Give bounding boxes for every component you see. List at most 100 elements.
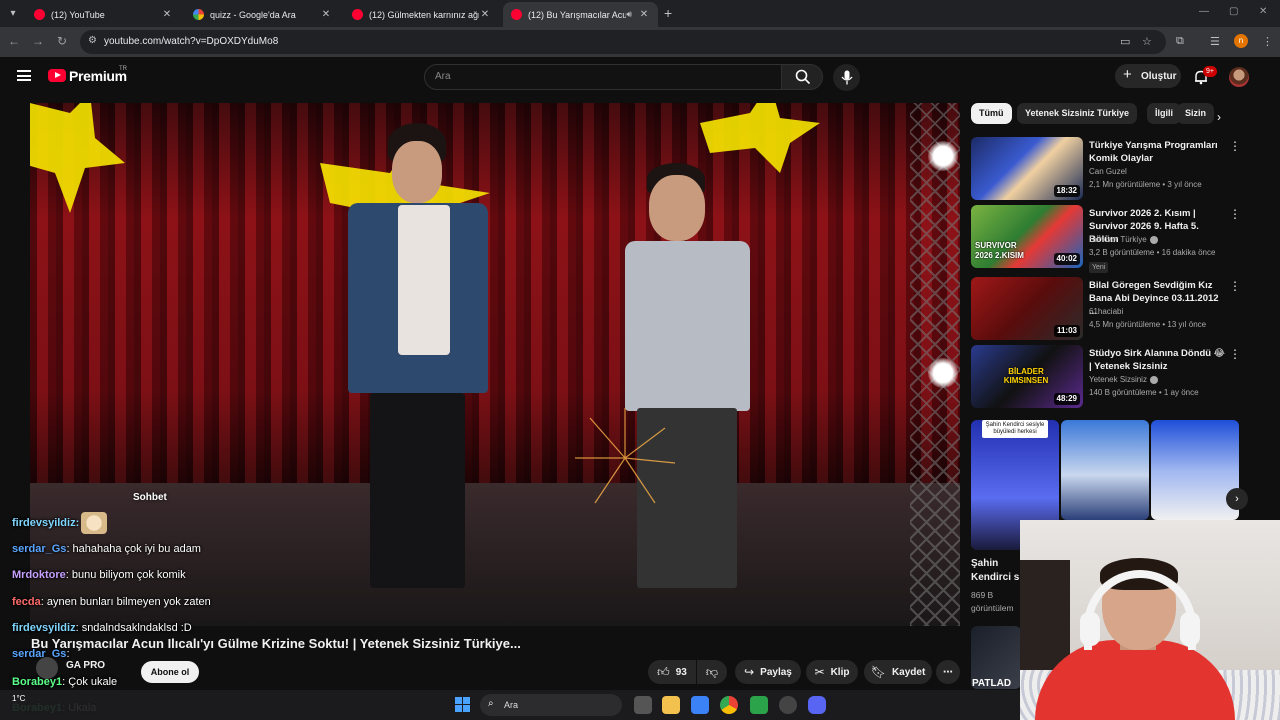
recommendation-item[interactable]: SURVIVOR 2026 2.KISIM 40:02 Survivor 202…: [971, 205, 1251, 273]
thumbnail-text: PATLAD: [972, 678, 1012, 689]
chip-yours[interactable]: Sizin: [1177, 103, 1215, 124]
back-icon[interactable]: ←: [6, 34, 22, 48]
discord-icon[interactable]: [808, 696, 826, 714]
chat-username[interactable]: fecda: [12, 596, 41, 608]
browser-tab[interactable]: quizz - Google'da Ara ✕: [185, 2, 340, 27]
close-tab-icon[interactable]: ✕: [479, 9, 491, 20]
close-tab-icon[interactable]: ✕: [161, 9, 173, 20]
more-vertical-icon[interactable]: ⋮: [1229, 347, 1241, 361]
steam-icon[interactable]: [779, 696, 797, 714]
minimize-window-icon[interactable]: —: [1199, 6, 1209, 17]
video-thumbnail[interactable]: PATLAD: [971, 626, 1021, 689]
forward-icon[interactable]: →: [30, 34, 46, 48]
xbox-icon[interactable]: [750, 696, 768, 714]
contestant-right: [595, 163, 755, 593]
recommendation-title[interactable]: Türkiye Yarışma Programları Komik Olayla…: [1089, 139, 1225, 165]
new-tab-icon[interactable]: +: [664, 5, 672, 21]
shorts-thumbnail[interactable]: [1061, 420, 1149, 520]
chat-username[interactable]: Borabey1: [12, 676, 62, 688]
browser-tab-active[interactable]: (12) Bu Yarışmacılar Acun Ilıcalı'yı 🔊︎ …: [503, 2, 658, 27]
subscribe-button[interactable]: Abone ol: [141, 661, 199, 683]
browser-profile-avatar[interactable]: n: [1234, 34, 1248, 48]
headset-earcup: [1180, 612, 1200, 646]
close-tab-icon[interactable]: ✕: [638, 9, 650, 20]
youtube-logo-icon[interactable]: [48, 69, 66, 82]
account-avatar[interactable]: [1229, 67, 1249, 87]
browser-tab[interactable]: (12) Gülmekten karnınız ağrıyacak ✕: [344, 2, 499, 27]
more-actions-button[interactable]: ⋯: [936, 660, 960, 684]
stage-spotlight: [928, 141, 958, 171]
store-icon[interactable]: [691, 696, 709, 714]
channel-name-text: Yetenek Sizsiniz: [1089, 375, 1147, 384]
extensions-icon[interactable]: ⧉: [1176, 35, 1184, 48]
chrome-icon[interactable]: [720, 696, 738, 714]
search-button[interactable]: [781, 64, 823, 90]
chevron-right-icon[interactable]: ›: [1217, 110, 1221, 124]
more-vertical-icon[interactable]: ⋮: [1229, 279, 1241, 293]
browser-tab-title: (12) YouTube: [51, 9, 105, 20]
browser-tab[interactable]: (12) YouTube ✕: [26, 2, 181, 27]
shorts-next-icon[interactable]: ›: [1226, 488, 1248, 510]
channel-name[interactable]: GA PRO: [66, 660, 105, 671]
close-window-icon[interactable]: ✕: [1259, 6, 1267, 17]
like-button[interactable]: 👍︎ 93: [648, 660, 696, 684]
site-info-icon[interactable]: ⚙: [88, 35, 97, 46]
task-view-icon[interactable]: [634, 696, 652, 714]
chip-all[interactable]: Tümü: [971, 103, 1012, 124]
windows-start-icon[interactable]: [455, 697, 470, 712]
video-thumbnail[interactable]: BİLADER KIMSINSEN 48:29: [971, 345, 1083, 408]
cast-icon[interactable]: ▭: [1120, 35, 1130, 48]
recommendation-item[interactable]: 11:03 Bilal Göregen Sevdiğim Kız Bana Ab…: [971, 277, 1251, 341]
bookmark-star-icon[interactable]: ☆: [1142, 35, 1152, 48]
shorts-title[interactable]: Şahin Kendirci s: [971, 557, 1019, 585]
shorts-thumbnail[interactable]: [1151, 420, 1239, 520]
tab-search-menu-icon[interactable]: ▾: [4, 5, 22, 23]
create-button[interactable]: + Oluştur: [1115, 64, 1181, 88]
reading-list-icon[interactable]: ☰: [1210, 35, 1220, 48]
address-bar[interactable]: ⚙ youtube.com/watch?v=DpOXDYduMo8: [80, 30, 1166, 54]
guide-menu-icon[interactable]: [17, 70, 31, 81]
more-vertical-icon[interactable]: ⋮: [1229, 139, 1241, 153]
microphone-icon: [841, 70, 853, 85]
reload-icon[interactable]: ↻: [54, 34, 70, 48]
recommendation-meta: 140 B görüntüleme • 1 ay önce: [1089, 388, 1199, 397]
chip-yetenek-sizsiniz[interactable]: Yetenek Sizsiniz Türkiye: [1017, 103, 1138, 124]
recommendation-item[interactable]: 18:32 Türkiye Yarışma Programları Komik …: [971, 137, 1251, 201]
weather-widget[interactable]: 1°C: [12, 694, 25, 703]
video-thumbnail[interactable]: SURVIVOR 2026 2.KISIM 40:02: [971, 205, 1083, 268]
taskbar-search[interactable]: ⌕ Ara: [480, 694, 622, 716]
chat-username[interactable]: serdar_Gs: [12, 543, 66, 555]
maximize-window-icon[interactable]: ▢: [1229, 6, 1238, 17]
thumbs-up-icon: 👍︎: [657, 664, 670, 679]
recommendation-channel[interactable]: Survivor Türkiye: [1089, 235, 1158, 244]
save-button[interactable]: 🔖︎ Kaydet: [864, 660, 932, 684]
voice-search-button[interactable]: [833, 64, 860, 91]
search-input[interactable]: Ara: [424, 64, 782, 90]
file-explorer-icon[interactable]: [662, 696, 680, 714]
browser-menu-icon[interactable]: ⋮: [1262, 35, 1273, 48]
close-tab-icon[interactable]: ✕: [320, 9, 332, 20]
dislike-button[interactable]: 👎︎: [697, 660, 727, 684]
chip-related[interactable]: İlgili: [1147, 103, 1181, 124]
recommendation-channel[interactable]: Can Guzel: [1089, 167, 1127, 176]
chat-message: firdevsyildiz: sndalndsaklndaklsd :D: [12, 622, 192, 634]
speaker-icon[interactable]: 🔊︎: [626, 9, 632, 20]
video-thumbnail[interactable]: 11:03: [971, 277, 1083, 340]
youtube-favicon-icon: [34, 9, 45, 20]
recommendation-title[interactable]: Stüdyo Sirk Alanına Döndü 😂 | Yetenek Si…: [1089, 347, 1225, 373]
duration-badge: 18:32: [1053, 185, 1080, 197]
chat-username[interactable]: firdevsyildiz:: [12, 517, 79, 529]
video-thumbnail[interactable]: 18:32: [971, 137, 1083, 200]
more-vertical-icon[interactable]: ⋮: [1229, 207, 1241, 221]
chat-username[interactable]: firdevsyildiz: [12, 622, 76, 634]
recommendation-item[interactable]: BİLADER KIMSINSEN 48:29 Stüdyo Sirk Alan…: [971, 345, 1251, 409]
chat-username[interactable]: Mrdoktore: [12, 569, 66, 581]
duration-badge: 40:02: [1053, 253, 1080, 265]
scissors-icon: ✂: [814, 665, 825, 679]
chat-message: Borabey1: Çok ukale: [12, 676, 117, 688]
clip-button[interactable]: ✂ Klip: [806, 660, 858, 684]
channel-avatar[interactable]: [36, 657, 58, 679]
share-button[interactable]: ↪ Paylaş: [735, 660, 801, 684]
recommendation-channel[interactable]: Yetenek Sizsiniz: [1089, 375, 1158, 384]
recommendation-channel[interactable]: 61haciabi: [1089, 307, 1123, 316]
